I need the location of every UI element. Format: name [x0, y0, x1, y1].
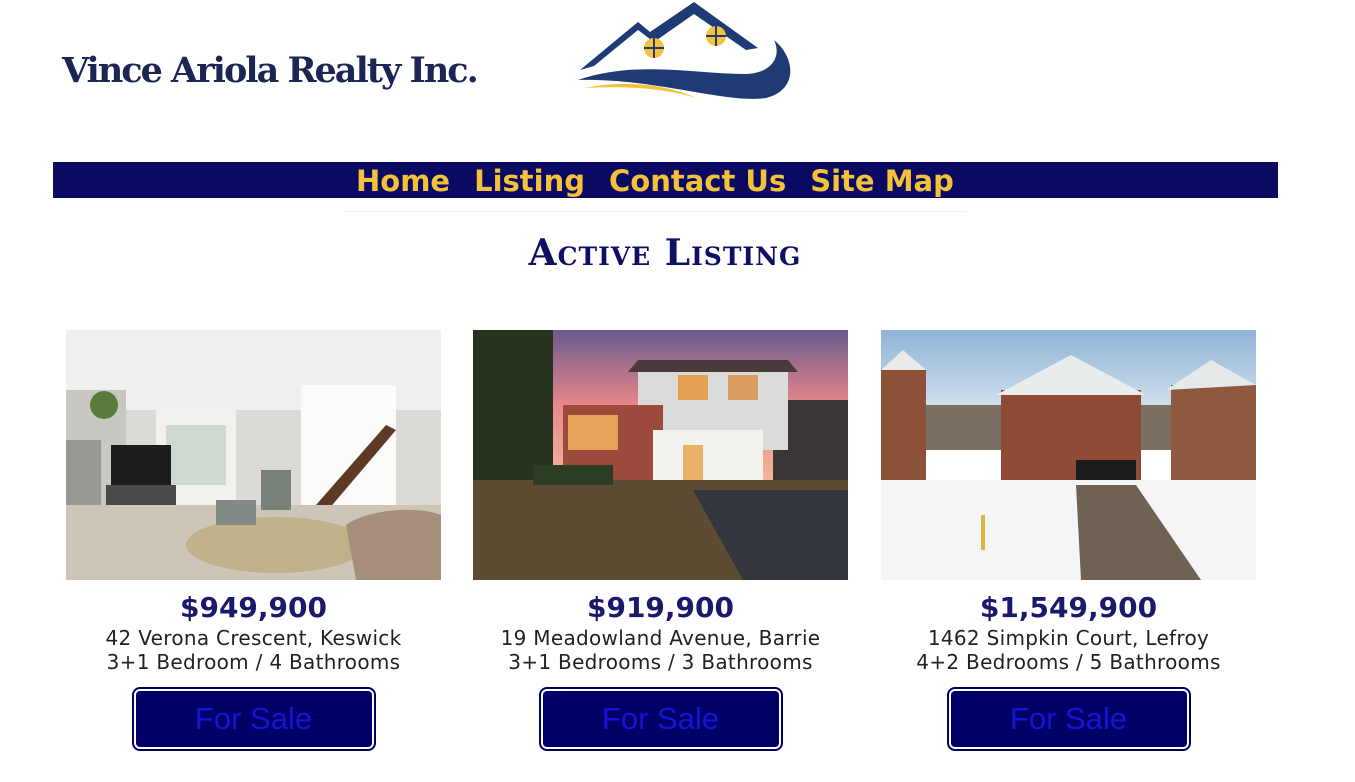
for-sale-button[interactable]: For Sale [946, 687, 1191, 751]
listing-address: 19 Meadowland Avenue, Barrie [500, 626, 821, 650]
company-logo[interactable]: Vince Ariola Realty Inc. [62, 0, 802, 120]
living-room-photo[interactable] [66, 330, 441, 580]
page-title: Active Listing [528, 232, 802, 274]
listing-address: 42 Verona Crescent, Keswick [105, 626, 402, 650]
listing-rooms: 4+2 Bedrooms / 5 Bathrooms [916, 650, 1221, 674]
listing-rooms: 3+1 Bedrooms / 3 Bathrooms [508, 650, 813, 674]
house-exterior-winter-photo[interactable] [881, 330, 1256, 580]
listing-price: $949,900 [179, 591, 327, 624]
nav-listing-link[interactable]: Listing [462, 162, 597, 212]
listing-card: $919,900 19 Meadowland Avenue, Barrie 3+… [473, 330, 848, 751]
nav-site-map-link[interactable]: Site Map [798, 162, 966, 212]
listing-card: $949,900 42 Verona Crescent, Keswick 3+1… [66, 330, 441, 751]
for-sale-button[interactable]: For Sale [131, 687, 376, 751]
listing-rooms: 3+1 Bedroom / 4 Bathrooms [106, 650, 401, 674]
house-roof-logo-icon [578, 2, 791, 99]
main-navigation: Home Listing Contact Us Site Map [344, 162, 966, 212]
house-exterior-sunset-photo[interactable] [473, 330, 848, 580]
nav-home-link[interactable]: Home [344, 162, 463, 212]
listing-price: $1,549,900 [979, 591, 1158, 624]
nav-contact-us-link[interactable]: Contact Us [596, 162, 799, 212]
listing-card: $1,549,900 1462 Simpkin Court, Lefroy 4+… [881, 330, 1256, 751]
listing-address: 1462 Simpkin Court, Lefroy [927, 626, 1210, 650]
listing-price: $919,900 [586, 591, 734, 624]
logo-wordmark: Vince Ariola Realty Inc. [62, 50, 479, 91]
for-sale-button[interactable]: For Sale [538, 687, 783, 751]
